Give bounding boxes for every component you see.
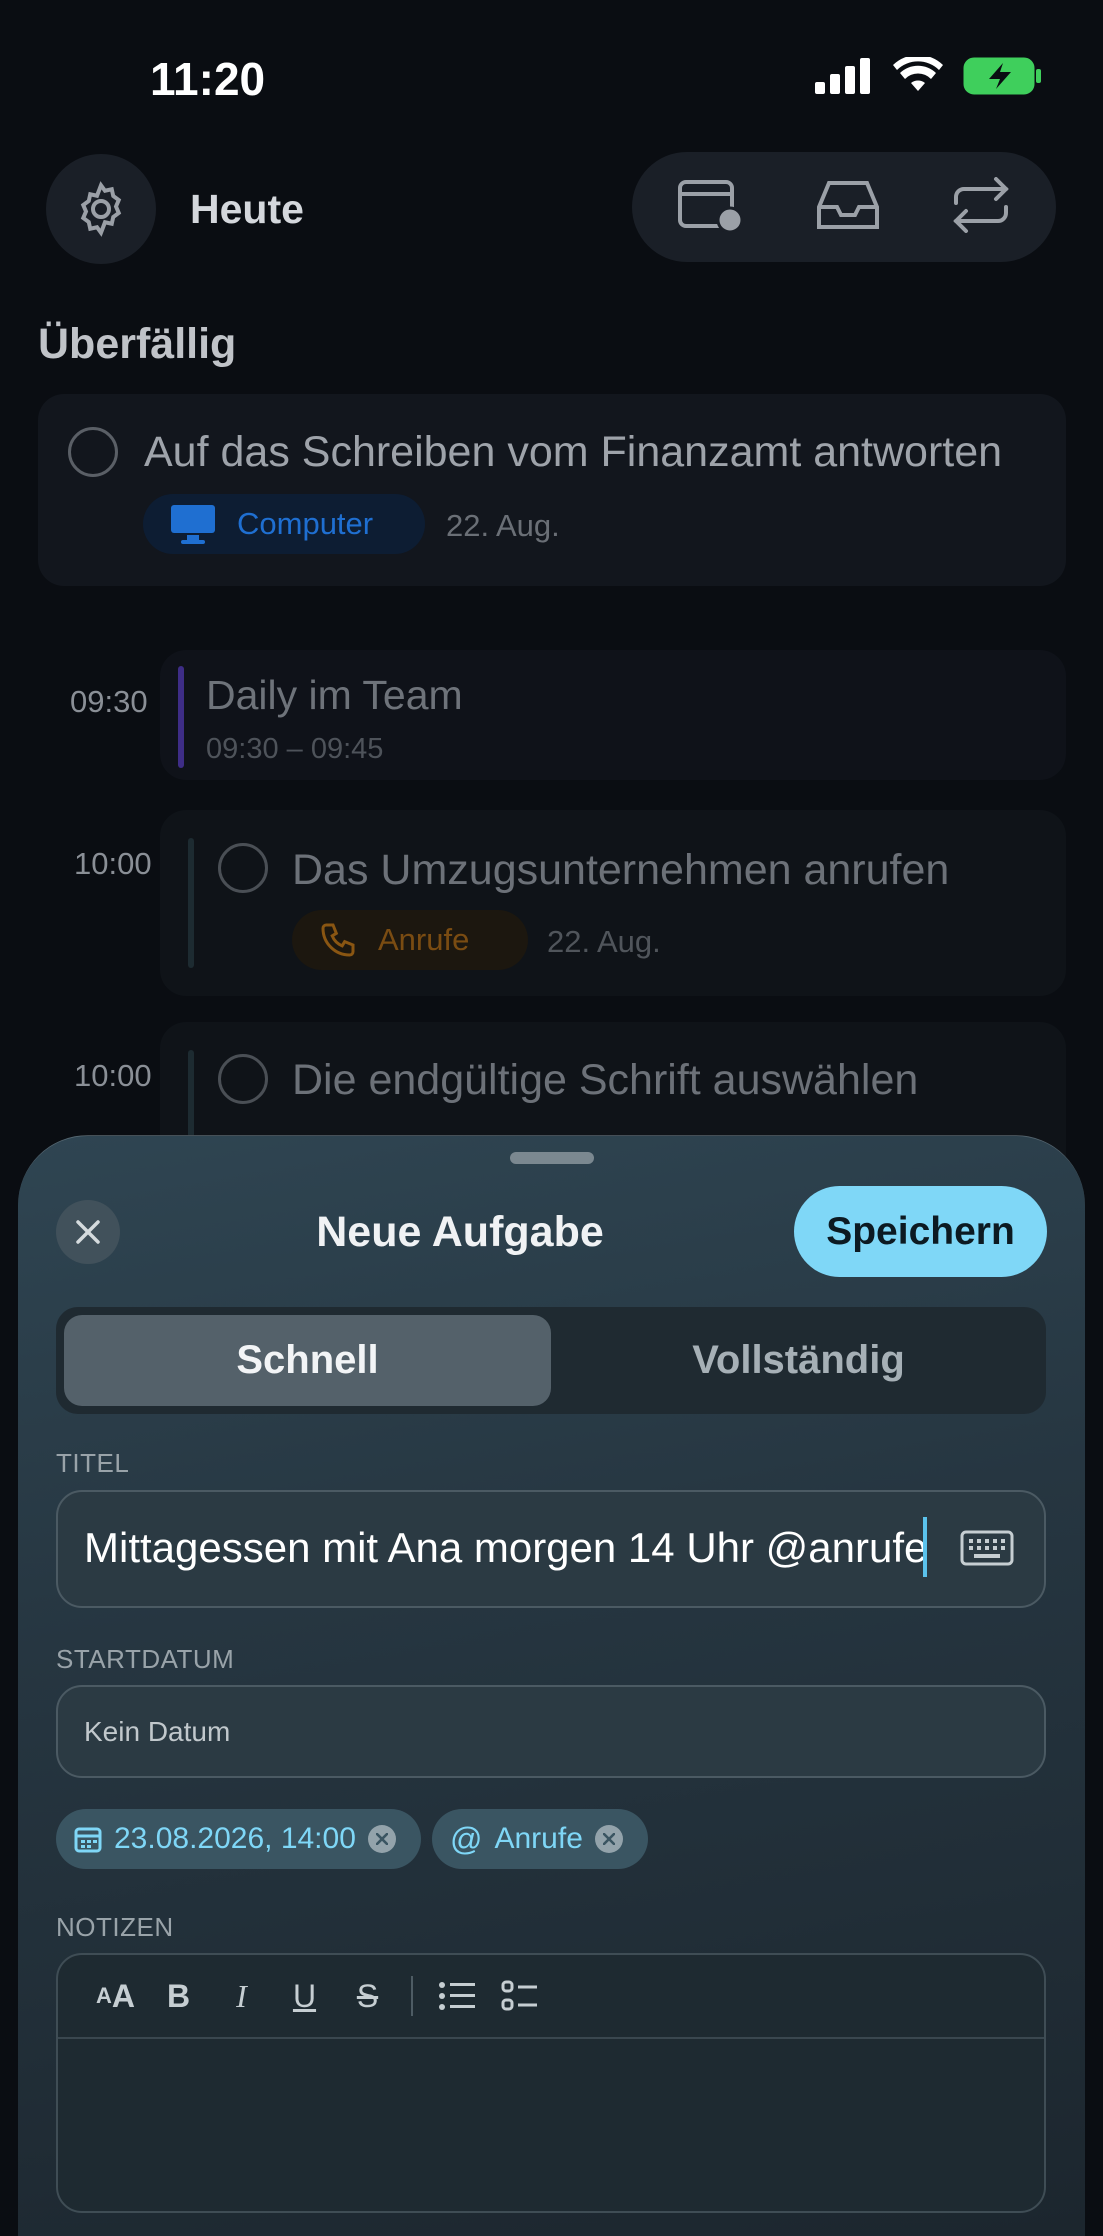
font-size-icon-large: A bbox=[111, 1977, 135, 2014]
underline-icon: U bbox=[292, 1977, 317, 2014]
title-field-label: TITEL bbox=[56, 1448, 130, 1478]
at-icon: @ bbox=[450, 1820, 483, 1857]
tag-label: Computer bbox=[237, 506, 374, 541]
start-date-placeholder: Kein Datum bbox=[84, 1716, 231, 1747]
italic-icon: I bbox=[236, 1977, 247, 2014]
context-chip-label: Anrufe bbox=[494, 1822, 583, 1855]
tab-quick[interactable]: Schnell bbox=[64, 1315, 551, 1406]
task-title: Auf das Schreiben vom Finanzamt antworte… bbox=[144, 428, 1003, 476]
notes-toolbar: AA B I U S bbox=[58, 1955, 1044, 2039]
text-caret bbox=[923, 1517, 927, 1577]
section-overdue-heading: Überfällig bbox=[38, 320, 237, 368]
sheet-grabber[interactable] bbox=[510, 1152, 594, 1164]
date-chip-label: 23.08.2026, 14:00 bbox=[114, 1822, 356, 1855]
context-tag-calls[interactable]: Anrufe bbox=[292, 910, 528, 970]
context-chip[interactable]: @ Anrufe bbox=[432, 1809, 648, 1869]
settings-button[interactable] bbox=[46, 154, 156, 264]
repeat-button[interactable] bbox=[950, 176, 1012, 238]
bullet-list-icon bbox=[438, 1982, 475, 2010]
notes-label: NOTIZEN bbox=[56, 1912, 174, 1942]
time-label: 09:30 bbox=[70, 684, 148, 719]
italic-button[interactable]: I bbox=[210, 1966, 273, 2026]
time-label: 10:00 bbox=[74, 846, 152, 881]
wifi-icon bbox=[893, 57, 943, 91]
tag-label: Anrufe bbox=[378, 922, 470, 957]
close-icon bbox=[602, 1833, 615, 1845]
task-card[interactable] bbox=[160, 810, 1066, 996]
task-checkbox[interactable] bbox=[68, 427, 118, 477]
phone-icon bbox=[321, 923, 355, 957]
task-color-bar bbox=[188, 838, 194, 968]
context-tag-computer[interactable]: Computer bbox=[143, 494, 425, 554]
tab-full[interactable]: Vollständig bbox=[555, 1315, 1042, 1406]
bold-icon: B bbox=[166, 1977, 191, 2014]
status-icons bbox=[815, 56, 1043, 96]
font-size-icon: A bbox=[96, 1983, 112, 2008]
task-date: 22. Aug. bbox=[446, 508, 560, 543]
calendar-clock-icon bbox=[678, 179, 744, 233]
checklist-icon bbox=[501, 1980, 537, 2011]
title-input-value: Mittagessen mit Ana morgen 14 Uhr @anruf… bbox=[84, 1524, 928, 1571]
inbox-icon bbox=[816, 180, 879, 229]
bold-button[interactable]: B bbox=[147, 1966, 210, 2026]
save-button[interactable]: Speichern bbox=[794, 1186, 1047, 1277]
repeat-icon bbox=[952, 176, 1009, 233]
strikethrough-icon: S bbox=[356, 1977, 379, 2014]
remove-date-chip-button[interactable] bbox=[367, 1825, 396, 1853]
start-date-label: STARTDATUM bbox=[56, 1644, 235, 1674]
time-label: 10:00 bbox=[74, 1058, 152, 1093]
keyboard-icon[interactable] bbox=[960, 1530, 1014, 1566]
remove-context-chip-button[interactable] bbox=[594, 1825, 623, 1853]
close-icon bbox=[375, 1833, 388, 1845]
font-size-button[interactable]: AA bbox=[84, 1966, 147, 2026]
strikethrough-button[interactable]: S bbox=[336, 1966, 399, 2026]
event-color-bar bbox=[178, 666, 184, 768]
calendar-view-button[interactable] bbox=[676, 174, 746, 241]
date-chip[interactable]: 23.08.2026, 14:00 bbox=[56, 1809, 421, 1869]
task-title: Die endgültige Schrift auswählen bbox=[292, 1056, 919, 1104]
battery-charging-icon bbox=[963, 57, 1041, 95]
underline-button[interactable]: U bbox=[273, 1966, 336, 2026]
sheet-title: Neue Aufgabe bbox=[316, 1208, 604, 1256]
overdue-task-card[interactable] bbox=[38, 394, 1066, 586]
computer-icon bbox=[171, 505, 215, 544]
gear-icon bbox=[80, 181, 122, 237]
calendar-icon bbox=[74, 1827, 102, 1853]
event-time-range: 09:30 – 09:45 bbox=[206, 733, 384, 765]
task-title: Das Umzugsunternehmen anrufen bbox=[292, 846, 950, 894]
bullet-list-button[interactable] bbox=[425, 1966, 488, 2026]
page-title: Heute bbox=[190, 186, 304, 232]
view-switcher bbox=[632, 152, 1056, 262]
toolbar-divider bbox=[411, 1976, 413, 2016]
task-date: 22. Aug. bbox=[547, 924, 661, 959]
status-time: 11:20 bbox=[150, 53, 266, 105]
checklist-button[interactable] bbox=[488, 1966, 551, 2026]
task-checkbox[interactable] bbox=[218, 843, 268, 893]
event-title: Daily im Team bbox=[206, 672, 463, 718]
task-checkbox[interactable] bbox=[218, 1054, 268, 1104]
inbox-button[interactable] bbox=[815, 177, 881, 238]
signal-icon bbox=[815, 58, 870, 94]
